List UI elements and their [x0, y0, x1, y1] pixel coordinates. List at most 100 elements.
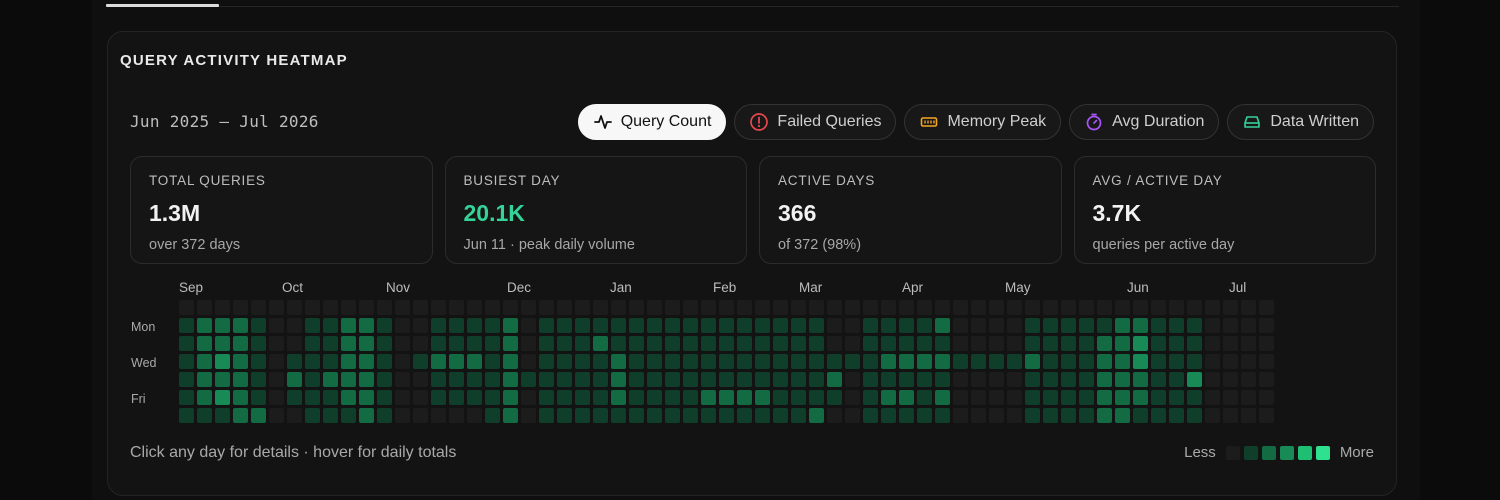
heatmap-cell[interactable] — [557, 354, 572, 369]
heatmap-cell[interactable] — [233, 300, 248, 315]
heatmap-cell[interactable] — [359, 336, 374, 351]
heatmap-cell[interactable] — [179, 336, 194, 351]
heatmap-cell[interactable] — [1259, 390, 1274, 405]
heatmap-cell[interactable] — [665, 318, 680, 333]
heatmap-cell[interactable] — [683, 354, 698, 369]
heatmap-cell[interactable] — [341, 372, 356, 387]
heatmap-cell[interactable] — [1241, 372, 1256, 387]
heatmap-cell[interactable] — [647, 390, 662, 405]
data-written-button[interactable]: Data Written — [1227, 104, 1374, 140]
heatmap-cell[interactable] — [989, 390, 1004, 405]
heatmap-cell[interactable] — [431, 336, 446, 351]
heatmap-cell[interactable] — [1043, 336, 1058, 351]
heatmap-cell[interactable] — [1061, 354, 1076, 369]
heatmap-cell[interactable] — [935, 336, 950, 351]
heatmap-cell[interactable] — [827, 390, 842, 405]
heatmap-cell[interactable] — [827, 318, 842, 333]
heatmap-cell[interactable] — [1259, 354, 1274, 369]
heatmap-cell[interactable] — [341, 318, 356, 333]
heatmap-cell[interactable] — [251, 318, 266, 333]
heatmap-cell[interactable] — [1061, 300, 1076, 315]
heatmap-cell[interactable] — [647, 372, 662, 387]
heatmap-cell[interactable] — [269, 318, 284, 333]
heatmap-cell[interactable] — [1061, 318, 1076, 333]
heatmap-cell[interactable] — [1169, 318, 1184, 333]
heatmap-cell[interactable] — [773, 372, 788, 387]
heatmap-cell[interactable] — [773, 336, 788, 351]
heatmap-cell[interactable] — [845, 300, 860, 315]
heatmap-cell[interactable] — [1205, 318, 1220, 333]
heatmap-cell[interactable] — [1205, 372, 1220, 387]
heatmap-cell[interactable] — [611, 390, 626, 405]
heatmap-cell[interactable] — [917, 372, 932, 387]
heatmap-cell[interactable] — [413, 300, 428, 315]
heatmap-cell[interactable] — [1025, 336, 1040, 351]
heatmap-cell[interactable] — [1205, 300, 1220, 315]
heatmap-cell[interactable] — [1079, 336, 1094, 351]
heatmap-cell[interactable] — [1115, 354, 1130, 369]
heatmap-cell[interactable] — [791, 336, 806, 351]
heatmap-cell[interactable] — [1061, 390, 1076, 405]
heatmap-cell[interactable] — [1169, 354, 1184, 369]
heatmap-cell[interactable] — [719, 336, 734, 351]
heatmap-cell[interactable] — [521, 408, 536, 423]
heatmap-cell[interactable] — [449, 300, 464, 315]
heatmap-cell[interactable] — [845, 354, 860, 369]
heatmap-cell[interactable] — [575, 390, 590, 405]
heatmap-cell[interactable] — [1043, 408, 1058, 423]
heatmap-cell[interactable] — [1097, 318, 1112, 333]
heatmap-cell[interactable] — [629, 390, 644, 405]
heatmap-cell[interactable] — [827, 372, 842, 387]
heatmap-cell[interactable] — [1241, 408, 1256, 423]
heatmap-cell[interactable] — [1097, 408, 1112, 423]
heatmap-cell[interactable] — [1133, 408, 1148, 423]
heatmap-cell[interactable] — [1115, 336, 1130, 351]
heatmap-cell[interactable] — [305, 408, 320, 423]
heatmap-cell[interactable] — [899, 390, 914, 405]
heatmap-cell[interactable] — [1223, 354, 1238, 369]
heatmap-cell[interactable] — [629, 354, 644, 369]
heatmap-cell[interactable] — [737, 372, 752, 387]
heatmap-cell[interactable] — [467, 318, 482, 333]
heatmap-cell[interactable] — [323, 390, 338, 405]
heatmap-cell[interactable] — [1241, 300, 1256, 315]
heatmap-cell[interactable] — [215, 318, 230, 333]
heatmap-cell[interactable] — [809, 408, 824, 423]
heatmap-cell[interactable] — [611, 408, 626, 423]
heatmap-cell[interactable] — [359, 354, 374, 369]
heatmap-cell[interactable] — [809, 300, 824, 315]
heatmap-cell[interactable] — [1259, 318, 1274, 333]
heatmap-cell[interactable] — [989, 408, 1004, 423]
heatmap-cell[interactable] — [593, 300, 608, 315]
heatmap-cell[interactable] — [737, 354, 752, 369]
heatmap-cell[interactable] — [323, 372, 338, 387]
heatmap-cell[interactable] — [971, 408, 986, 423]
heatmap-cell[interactable] — [881, 318, 896, 333]
heatmap-cell[interactable] — [881, 354, 896, 369]
heatmap-cell[interactable] — [1169, 300, 1184, 315]
heatmap-cell[interactable] — [1007, 336, 1022, 351]
heatmap-cell[interactable] — [215, 372, 230, 387]
heatmap-cell[interactable] — [395, 390, 410, 405]
heatmap-cell[interactable] — [1025, 372, 1040, 387]
heatmap-cell[interactable] — [1079, 408, 1094, 423]
heatmap-cell[interactable] — [431, 372, 446, 387]
heatmap-cell[interactable] — [323, 408, 338, 423]
memory-peak-button[interactable]: Memory Peak — [904, 104, 1062, 140]
heatmap-cell[interactable] — [863, 336, 878, 351]
heatmap-cell[interactable] — [251, 390, 266, 405]
heatmap-cell[interactable] — [971, 318, 986, 333]
heatmap-cell[interactable] — [1241, 336, 1256, 351]
heatmap-cell[interactable] — [809, 354, 824, 369]
heatmap-cell[interactable] — [215, 336, 230, 351]
heatmap-cell[interactable] — [557, 372, 572, 387]
heatmap-cell[interactable] — [629, 372, 644, 387]
heatmap-cell[interactable] — [755, 372, 770, 387]
heatmap-cell[interactable] — [179, 390, 194, 405]
heatmap-cell[interactable] — [269, 408, 284, 423]
heatmap-cell[interactable] — [1259, 300, 1274, 315]
heatmap-cell[interactable] — [1007, 408, 1022, 423]
heatmap-cell[interactable] — [1133, 390, 1148, 405]
heatmap-cell[interactable] — [629, 318, 644, 333]
heatmap-cell[interactable] — [179, 408, 194, 423]
